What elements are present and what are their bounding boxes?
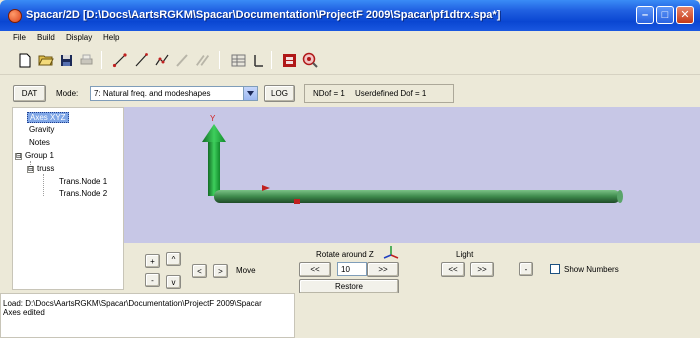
- point-size-button[interactable]: -: [519, 262, 533, 276]
- menu-file[interactable]: File: [13, 33, 26, 42]
- tree-item-trans-node-2[interactable]: Trans.Node 2: [59, 189, 107, 198]
- mode-label: Mode:: [56, 89, 79, 98]
- status-area: [295, 293, 700, 338]
- menu-build[interactable]: Build: [37, 33, 55, 42]
- menu-bar: File Build Display Help: [0, 31, 700, 45]
- 3d-viewport[interactable]: Y: [124, 107, 700, 243]
- toolbar-separator: [219, 51, 220, 69]
- node-tool-button[interactable]: [112, 52, 128, 68]
- table-button[interactable]: [230, 52, 246, 68]
- dof-info-box: NDof = 1 Userdefined Dof = 1: [304, 84, 454, 103]
- toolbar-separator: [101, 51, 102, 69]
- axis-button[interactable]: [250, 52, 266, 68]
- show-numbers-checkbox[interactable]: [550, 264, 560, 274]
- tree-item-truss[interactable]: truss: [37, 164, 54, 173]
- maximize-button[interactable]: □: [656, 6, 674, 24]
- log-panel[interactable]: Load: D:\Docs\AartsRGKM\Spacar\Documenta…: [0, 293, 295, 338]
- node-marker[interactable]: [294, 199, 300, 204]
- toolbar: [0, 45, 700, 75]
- new-icon: [19, 53, 31, 67]
- expand-truss-icon[interactable]: ⊟: [27, 166, 34, 173]
- tree-item-notes[interactable]: Notes: [29, 138, 50, 147]
- axis-icon: [254, 54, 263, 67]
- beam-tool-button: [174, 52, 190, 68]
- table-icon: [231, 54, 245, 66]
- log-button[interactable]: LOG: [264, 85, 295, 102]
- dat-button[interactable]: DAT: [13, 85, 46, 102]
- line-tool-icon: [135, 53, 148, 67]
- save-icon: [60, 54, 72, 66]
- open-file-button[interactable]: [38, 52, 54, 68]
- minimize-icon: –: [641, 8, 649, 21]
- tree-item-group-1[interactable]: Group 1: [25, 151, 54, 160]
- truss-tool-icon: [196, 55, 210, 66]
- rotate-left-button[interactable]: <<: [299, 262, 331, 277]
- truss-tool-button: [195, 52, 211, 68]
- light-left-button[interactable]: <<: [441, 262, 465, 277]
- title-bar[interactable]: Spacar/2D [D:\Docs\AartsRGKM\Spacar\Docu…: [0, 0, 700, 31]
- tree-item-axes-xyz[interactable]: Axes XYZ: [27, 112, 69, 123]
- node-tool-icon: [112, 53, 127, 68]
- target-icon: [302, 52, 318, 68]
- y-axis-arrow: [202, 124, 226, 196]
- move-up-button[interactable]: ^: [166, 252, 181, 266]
- menu-display[interactable]: Display: [66, 33, 92, 42]
- move-label: Move: [236, 266, 256, 275]
- restore-button[interactable]: Restore: [299, 279, 399, 294]
- close-icon: ✕: [680, 8, 690, 21]
- light-right-button[interactable]: >>: [470, 262, 494, 277]
- hinge-tool-icon: [155, 54, 169, 66]
- save-button[interactable]: [58, 52, 74, 68]
- open-icon: [38, 55, 54, 66]
- toolbar-separator: [271, 51, 272, 69]
- menu-help[interactable]: Help: [103, 33, 119, 42]
- zoom-in-button[interactable]: +: [145, 254, 160, 268]
- show-numbers-label: Show Numbers: [564, 265, 619, 274]
- rotate-right-button[interactable]: >>: [367, 262, 399, 277]
- move-down-button[interactable]: v: [166, 275, 181, 289]
- print-icon: [80, 54, 92, 64]
- userdefined-dof-text: Userdefined Dof = 1: [355, 89, 427, 98]
- light-label: Light: [456, 250, 474, 259]
- truss-beam[interactable]: [214, 190, 623, 203]
- chevron-down-icon: [247, 91, 254, 96]
- y-axis-label: Y: [210, 114, 216, 123]
- maximize-icon: □: [661, 8, 669, 21]
- frame-button[interactable]: [281, 52, 297, 68]
- rotate-label: Rotate around Z: [316, 250, 374, 259]
- expand-group-1-icon[interactable]: ⊟: [15, 153, 22, 160]
- window-title: Spacar/2D [D:\Docs\AartsRGKM\Spacar\Docu…: [26, 9, 501, 21]
- move-left-button[interactable]: <: [192, 264, 207, 278]
- move-right-button[interactable]: >: [213, 264, 228, 278]
- viewport-canvas[interactable]: Y: [124, 107, 700, 243]
- ndof-text: NDof = 1: [313, 89, 345, 98]
- minimize-button[interactable]: –: [636, 6, 654, 24]
- spacar-app-icon[interactable]: [8, 9, 22, 23]
- rotate-axes-icon: [383, 246, 399, 259]
- model-tree: Axes XYZ Gravity Notes ⊟ Group 1 ⊟ truss…: [12, 107, 124, 290]
- log-line: Axes edited: [3, 308, 45, 317]
- mode-select-arrow[interactable]: [243, 87, 257, 100]
- frame-icon: [282, 53, 296, 67]
- close-button[interactable]: ✕: [676, 6, 694, 24]
- target-button[interactable]: [302, 52, 318, 68]
- print-button[interactable]: [78, 52, 94, 68]
- line-tool-button[interactable]: [133, 52, 149, 68]
- tree-item-gravity[interactable]: Gravity: [29, 125, 54, 134]
- tree-item-trans-node-1[interactable]: Trans.Node 1: [59, 177, 107, 186]
- log-line: Load: D:\Docs\AartsRGKM\Spacar\Documenta…: [3, 299, 262, 308]
- zoom-out-button[interactable]: -: [145, 273, 160, 287]
- mode-select-value: 7: Natural freq. and modeshapes: [94, 89, 211, 98]
- beam-tool-icon: [176, 54, 188, 67]
- rotate-step-input[interactable]: 10: [337, 262, 367, 276]
- mode-select[interactable]: 7: Natural freq. and modeshapes: [90, 86, 258, 101]
- tree-connector: [43, 174, 44, 196]
- new-file-button[interactable]: [17, 52, 33, 68]
- hinge-tool-button[interactable]: [154, 52, 170, 68]
